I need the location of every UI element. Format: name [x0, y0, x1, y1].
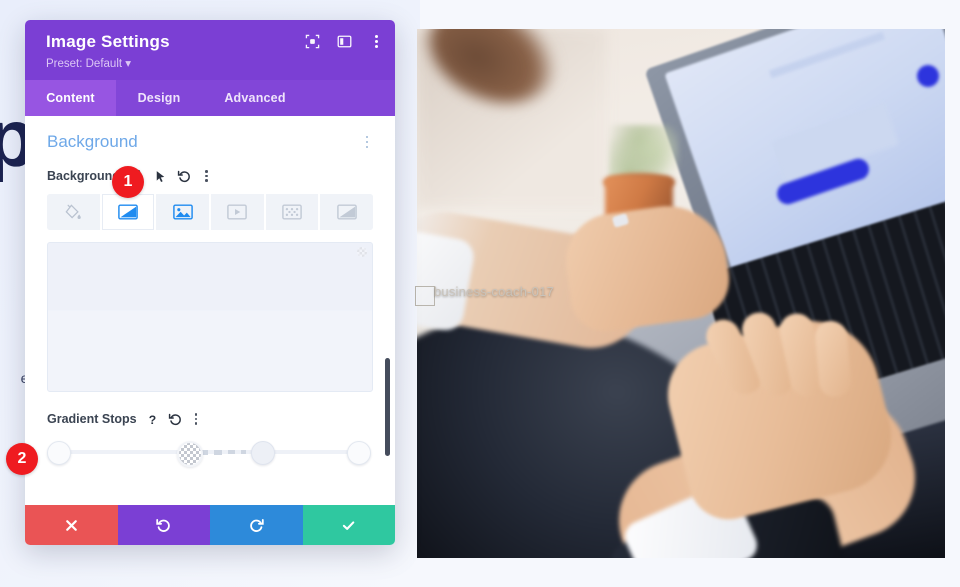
step-badge-1: 1: [112, 166, 144, 198]
undo-button[interactable]: [117, 505, 210, 545]
step-badge-2: 2: [6, 443, 38, 475]
background-mask-tab[interactable]: [320, 194, 373, 230]
section-title[interactable]: Background: [47, 132, 138, 152]
background-gradient-tab[interactable]: [101, 194, 157, 230]
background-pattern-tab[interactable]: [265, 194, 321, 230]
photo-screen-dot: [917, 65, 939, 87]
svg-text:?: ?: [148, 412, 155, 426]
background-field-row: Background: [47, 167, 373, 185]
background-section-header: Background: [47, 132, 373, 152]
photo-filename-label: business-coach-017: [434, 284, 554, 299]
redo-icon: [249, 518, 264, 532]
background-color-tab[interactable]: [47, 194, 102, 230]
tab-advanced[interactable]: Advanced: [202, 80, 308, 116]
preset-caret-icon: ▾: [125, 58, 132, 70]
background-type-tabs[interactable]: [47, 194, 373, 230]
undo-icon: [156, 518, 171, 532]
modal-scrollbar[interactable]: [385, 358, 390, 456]
gradient-stop-handle-4[interactable]: [347, 441, 371, 465]
focus-target-icon[interactable]: [305, 34, 320, 49]
modal-header-icons: [305, 34, 383, 49]
background-video-tab[interactable]: [211, 194, 266, 230]
more-options-icon[interactable]: [369, 35, 383, 48]
hover-state-icon[interactable]: [153, 169, 168, 184]
modal-body: Background Background Gradient Stops ?: [25, 116, 395, 505]
gradient-preview[interactable]: [47, 242, 373, 392]
gradient-stops-label: Gradient Stops: [47, 412, 137, 426]
modal-footer[interactable]: [25, 505, 395, 545]
close-icon: [65, 519, 77, 531]
background-field-label: Background: [47, 169, 120, 183]
modal-preset[interactable]: Preset: Default ▾: [46, 56, 381, 70]
reset-icon[interactable]: [168, 412, 183, 427]
preset-label: Preset: Default: [46, 58, 126, 70]
modal-scroll-area: Background Background Gradient Stops ?: [25, 116, 395, 505]
gradient-stop-handle-1[interactable]: [47, 441, 71, 465]
slider-dashed-segment: [199, 449, 246, 455]
modal-tab-bar[interactable]: Content Design Advanced: [25, 80, 395, 116]
tab-design[interactable]: Design: [116, 80, 202, 116]
split-layout-icon[interactable]: [337, 34, 352, 49]
gradient-stop-handle-3[interactable]: [251, 441, 275, 465]
redo-button[interactable]: [210, 505, 303, 545]
gradient-preview-corner-icon: [357, 247, 367, 257]
save-button[interactable]: [302, 505, 395, 545]
gradient-stop-handle-2[interactable]: [177, 441, 203, 467]
help-icon[interactable]: ?: [145, 412, 160, 427]
background-image-tab[interactable]: [156, 194, 212, 230]
gradient-stops-slider[interactable]: [47, 437, 373, 467]
image-settings-modal[interactable]: Image Settings Preset: Default ▾ Content…: [25, 20, 395, 545]
stops-more-icon[interactable]: [191, 413, 202, 425]
section-more-icon[interactable]: [361, 135, 373, 149]
modal-header: Image Settings Preset: Default ▾: [25, 20, 395, 80]
gradient-stops-header: Gradient Stops ?: [47, 410, 373, 428]
cancel-button[interactable]: [25, 505, 118, 545]
reset-icon[interactable]: [177, 169, 192, 184]
check-icon: [343, 520, 355, 530]
image-selection-handle[interactable]: [415, 286, 435, 306]
tab-content[interactable]: Content: [25, 80, 116, 116]
field-more-icon[interactable]: [201, 170, 212, 182]
